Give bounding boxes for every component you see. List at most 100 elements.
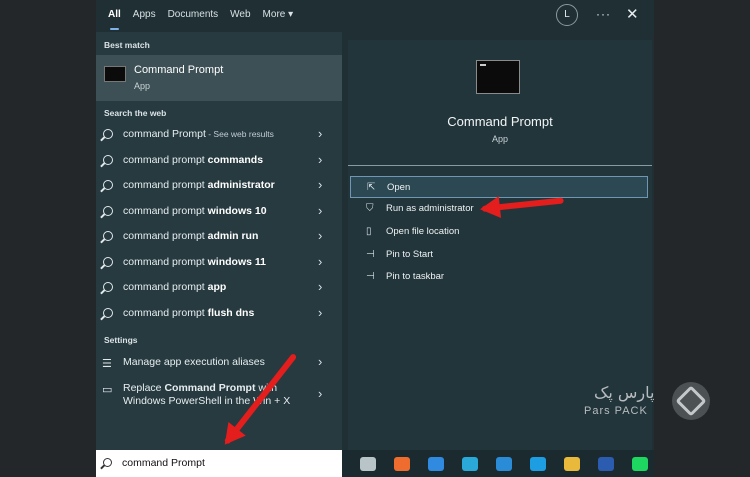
edge-icon[interactable] <box>462 456 478 471</box>
open-icon: ⇱ <box>367 182 376 193</box>
web-result-hint: - See web results <box>205 129 274 139</box>
preview-subtitle: App <box>491 134 508 144</box>
chevron-right-icon: › <box>318 203 323 218</box>
search-icon <box>103 231 113 241</box>
web-result-bold: app <box>207 281 227 293</box>
web-result-text: command prompt <box>123 205 208 217</box>
web-result-row[interactable]: command prompt app › <box>96 277 342 301</box>
search-icon <box>103 180 113 190</box>
search-icon <box>103 206 113 216</box>
chevron-right-icon: › <box>318 152 323 167</box>
web-result-text: command prompt <box>123 307 208 319</box>
chevron-right-icon: › <box>318 126 323 141</box>
settings-item-label: Manage app execution aliases <box>123 356 265 368</box>
mail-icon[interactable] <box>428 456 444 471</box>
settings-item-aliases[interactable]: ☰ Manage app execution aliases › <box>96 352 342 376</box>
search-window: All Apps Documents Web More ▾ L ··· ✕ Be… <box>96 0 654 477</box>
web-result-text: command prompt <box>123 154 208 166</box>
search-box[interactable] <box>96 450 342 477</box>
web-result-text: command prompt <box>123 281 208 293</box>
pin-icon: ⊣ <box>366 271 375 282</box>
web-result-bold: flush dns <box>207 307 255 319</box>
tab-all[interactable]: All <box>108 0 121 32</box>
task-view-icon[interactable] <box>360 456 376 471</box>
chevron-right-icon: › <box>318 354 323 369</box>
terminal-icon <box>476 60 520 94</box>
taskbar <box>342 450 654 477</box>
watermark-text-fa: پارس پک <box>594 383 655 402</box>
chevron-right-icon: › <box>318 386 323 401</box>
search-icon <box>103 155 113 165</box>
search-input[interactable] <box>122 455 332 471</box>
terminal-icon <box>104 66 126 82</box>
search-web-heading: Search the web <box>104 108 167 118</box>
skype-icon[interactable] <box>530 456 546 471</box>
preview-title: Command Prompt <box>447 114 553 129</box>
web-result-row[interactable]: command prompt flush dns › <box>96 303 342 327</box>
word-icon[interactable] <box>598 456 614 471</box>
open-file-location-action[interactable]: ▯ Open file location <box>350 221 648 243</box>
action-label: Pin to Start <box>386 249 433 260</box>
pin-icon: ⊣ <box>366 249 375 260</box>
vscode-icon[interactable] <box>496 456 512 471</box>
web-result-bold: windows 10 <box>207 205 267 217</box>
web-result-bold: commands <box>207 154 264 166</box>
more-options-icon[interactable]: ··· <box>596 7 611 21</box>
chevron-right-icon: › <box>318 279 323 294</box>
tab-apps[interactable]: Apps <box>133 0 156 32</box>
web-result-row[interactable]: command prompt commands › <box>96 150 342 174</box>
spotify-icon[interactable] <box>632 456 648 471</box>
store-icon[interactable] <box>394 456 410 471</box>
search-icon <box>103 257 113 267</box>
web-result-text: command prompt <box>123 256 208 268</box>
list-icon: ☰ <box>102 358 112 370</box>
open-action[interactable]: ⇱ Open <box>350 176 648 198</box>
watermark-text-en: Pars PACK <box>584 405 648 417</box>
action-label: Run as administrator <box>386 203 474 214</box>
search-icon <box>103 458 112 467</box>
close-icon[interactable]: ✕ <box>626 5 639 23</box>
arrow-head <box>478 196 502 221</box>
best-match-title: Command Prompt <box>134 64 224 76</box>
screenshot-stage: All Apps Documents Web More ▾ L ··· ✕ Be… <box>0 0 750 477</box>
pin-to-taskbar-action[interactable]: ⊣ Pin to taskbar <box>350 266 648 288</box>
settings-item-powershell[interactable]: ▭ Replace Command Prompt withWindows Pow… <box>96 378 342 412</box>
web-result-text: command Prompt <box>123 128 206 140</box>
web-result-row[interactable]: command prompt windows 11 › <box>96 252 342 276</box>
divider <box>348 165 652 166</box>
web-result-text: command prompt <box>123 230 208 242</box>
pars-pack-logo-icon <box>672 382 710 420</box>
web-result-row[interactable]: command Prompt - See web results › <box>96 124 342 148</box>
best-match-item[interactable]: Command Prompt App <box>96 55 342 101</box>
action-label: Open file location <box>386 226 460 237</box>
web-result-bold: admin run <box>207 230 259 242</box>
settings-text-bold: Command Prompt <box>164 382 256 394</box>
web-result-text: command prompt <box>123 179 208 191</box>
results-pane: Best match Command Prompt App Search the… <box>96 32 342 450</box>
search-icon <box>103 282 113 292</box>
tab-web[interactable]: Web <box>230 0 250 32</box>
avatar[interactable]: L <box>556 4 578 26</box>
action-label: Pin to taskbar <box>386 271 445 282</box>
web-result-bold: administrator <box>207 179 275 191</box>
monitor-icon: ▭ <box>102 384 113 396</box>
filter-tabs: All Apps Documents Web More ▾ L ··· ✕ <box>96 0 654 32</box>
pin-to-start-action[interactable]: ⊣ Pin to Start <box>350 244 648 266</box>
web-result-row[interactable]: command prompt windows 10 › <box>96 201 342 225</box>
web-result-row[interactable]: command prompt administrator › <box>96 175 342 199</box>
search-icon <box>103 308 113 318</box>
action-label: Open <box>387 182 411 193</box>
settings-heading: Settings <box>104 335 138 345</box>
best-match-heading: Best match <box>104 40 150 50</box>
settings-text: Replace <box>123 382 165 394</box>
tab-more[interactable]: More ▾ <box>263 0 294 32</box>
chevron-right-icon: › <box>318 228 323 243</box>
explorer-icon[interactable] <box>564 456 580 471</box>
chevron-right-icon: › <box>318 305 323 320</box>
chevron-right-icon: › <box>318 177 323 192</box>
web-result-row[interactable]: command prompt admin run › <box>96 226 342 250</box>
search-icon <box>103 129 113 139</box>
best-match-subtitle: App <box>134 81 151 91</box>
shield-icon: ⛉ <box>366 203 374 214</box>
tab-documents[interactable]: Documents <box>168 0 219 32</box>
